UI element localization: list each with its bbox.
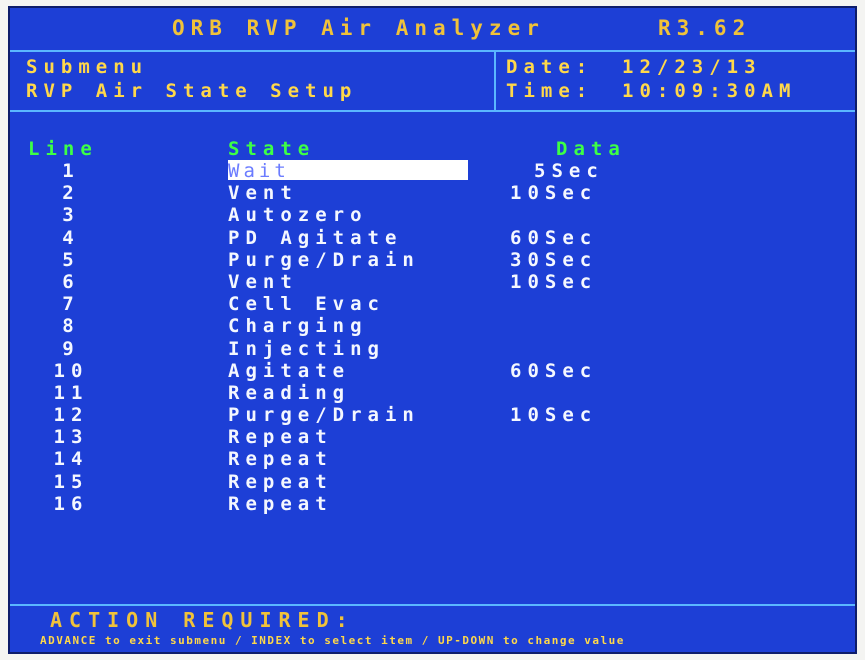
column-header-line: Line: [28, 138, 98, 160]
table-row[interactable]: 2 Vent 10Sec: [10, 182, 855, 204]
table-row[interactable]: 7 Cell Evac: [10, 293, 855, 315]
state-name[interactable]: Charging: [228, 315, 368, 337]
state-name[interactable]: Purge/Drain: [228, 249, 420, 271]
state-data[interactable]: 10Sec: [510, 271, 597, 293]
table-row[interactable]: 1 Wait 5Sec: [10, 160, 855, 182]
state-name[interactable]: Vent: [228, 271, 298, 293]
state-name[interactable]: Injecting: [228, 338, 385, 360]
table-row[interactable]: 9 Injecting: [10, 338, 855, 360]
table-row[interactable]: 14 Repeat: [10, 448, 855, 470]
state-name[interactable]: Cell Evac: [228, 293, 385, 315]
state-name[interactable]: Autozero: [228, 204, 368, 226]
line-number: 5: [62, 248, 80, 271]
table-row[interactable]: 3 Autozero: [10, 204, 855, 226]
table-row[interactable]: 4 PD Agitate 60Sec: [10, 227, 855, 249]
date-value: 12/23/13: [622, 56, 762, 78]
table-row[interactable]: 10 Agitate 60Sec: [10, 360, 855, 382]
line-number: 3: [62, 204, 80, 227]
table-row[interactable]: 12 Purge/Drain 10Sec: [10, 404, 855, 426]
title-bar: ORB RVP Air Analyzer R3.62: [10, 8, 855, 52]
state-name[interactable]: Repeat: [228, 426, 333, 448]
analyzer-screen: ORB RVP Air Analyzer R3.62 Submenu RVP A…: [8, 6, 857, 654]
state-selected[interactable]: Wait: [228, 160, 468, 182]
line-number: 4: [62, 226, 80, 249]
line-number: 8: [62, 315, 80, 338]
state-name[interactable]: Reading: [228, 382, 350, 404]
action-required-label: ACTION REQUIRED:: [50, 608, 355, 632]
state-data[interactable]: 60Sec: [510, 360, 597, 382]
state-data[interactable]: 10Sec: [510, 404, 597, 426]
line-number: 14: [53, 448, 89, 471]
state-name[interactable]: Repeat: [228, 493, 333, 515]
state-name[interactable]: Agitate: [228, 360, 350, 382]
state-data[interactable]: 10Sec: [510, 182, 597, 204]
line-number: 2: [62, 182, 80, 205]
state-name[interactable]: PD Agitate: [228, 227, 402, 249]
app-title: ORB RVP Air Analyzer: [172, 16, 545, 40]
line-number: 16: [53, 492, 89, 515]
state-name[interactable]: Vent: [228, 182, 298, 204]
line-number: 1: [62, 160, 80, 182]
time-label: Time:: [506, 80, 594, 102]
footer: ACTION REQUIRED: ADVANCE to exit submenu…: [10, 604, 855, 652]
line-number: 6: [62, 270, 80, 293]
version-label: R3.62: [658, 16, 752, 40]
state-name[interactable]: Purge/Drain: [228, 404, 420, 426]
date-label: Date:: [506, 56, 594, 78]
table-row[interactable]: 11 Reading: [10, 382, 855, 404]
state-data[interactable]: 30Sec: [510, 249, 597, 271]
state-data[interactable]: 5Sec: [534, 160, 604, 182]
state-data[interactable]: 60Sec: [510, 227, 597, 249]
state-table: 1 Wait 5Sec 2 Vent 10Sec 3 Autozero 4 PD Agitate 6…: [10, 160, 855, 515]
line-number: 7: [62, 293, 80, 316]
state-name[interactable]: Repeat: [228, 448, 333, 470]
column-header-state: State: [228, 138, 316, 160]
submenu-label: Submenu: [26, 56, 149, 78]
table-row[interactable]: 5 Purge/Drain 30Sec: [10, 249, 855, 271]
line-number: 11: [53, 381, 89, 404]
table-row[interactable]: 8 Charging: [10, 315, 855, 337]
line-number: 9: [62, 337, 80, 360]
table-row[interactable]: 6 Vent 10Sec: [10, 271, 855, 293]
submenu-name: RVP Air State Setup: [26, 80, 358, 102]
line-number: 10: [53, 359, 89, 382]
table-row[interactable]: 15 Repeat: [10, 471, 855, 493]
state-name[interactable]: Repeat: [228, 471, 333, 493]
header-divider: [494, 52, 496, 110]
column-header-data: Data: [556, 138, 626, 160]
time-value: 10:09:30AM: [622, 80, 797, 102]
table-row[interactable]: 16 Repeat: [10, 493, 855, 515]
line-number: 15: [53, 470, 89, 493]
line-number: 13: [53, 426, 89, 449]
table-row[interactable]: 13 Repeat: [10, 426, 855, 448]
instructions-text: ADVANCE to exit submenu / INDEX to selec…: [40, 634, 625, 647]
line-number: 12: [53, 404, 89, 427]
